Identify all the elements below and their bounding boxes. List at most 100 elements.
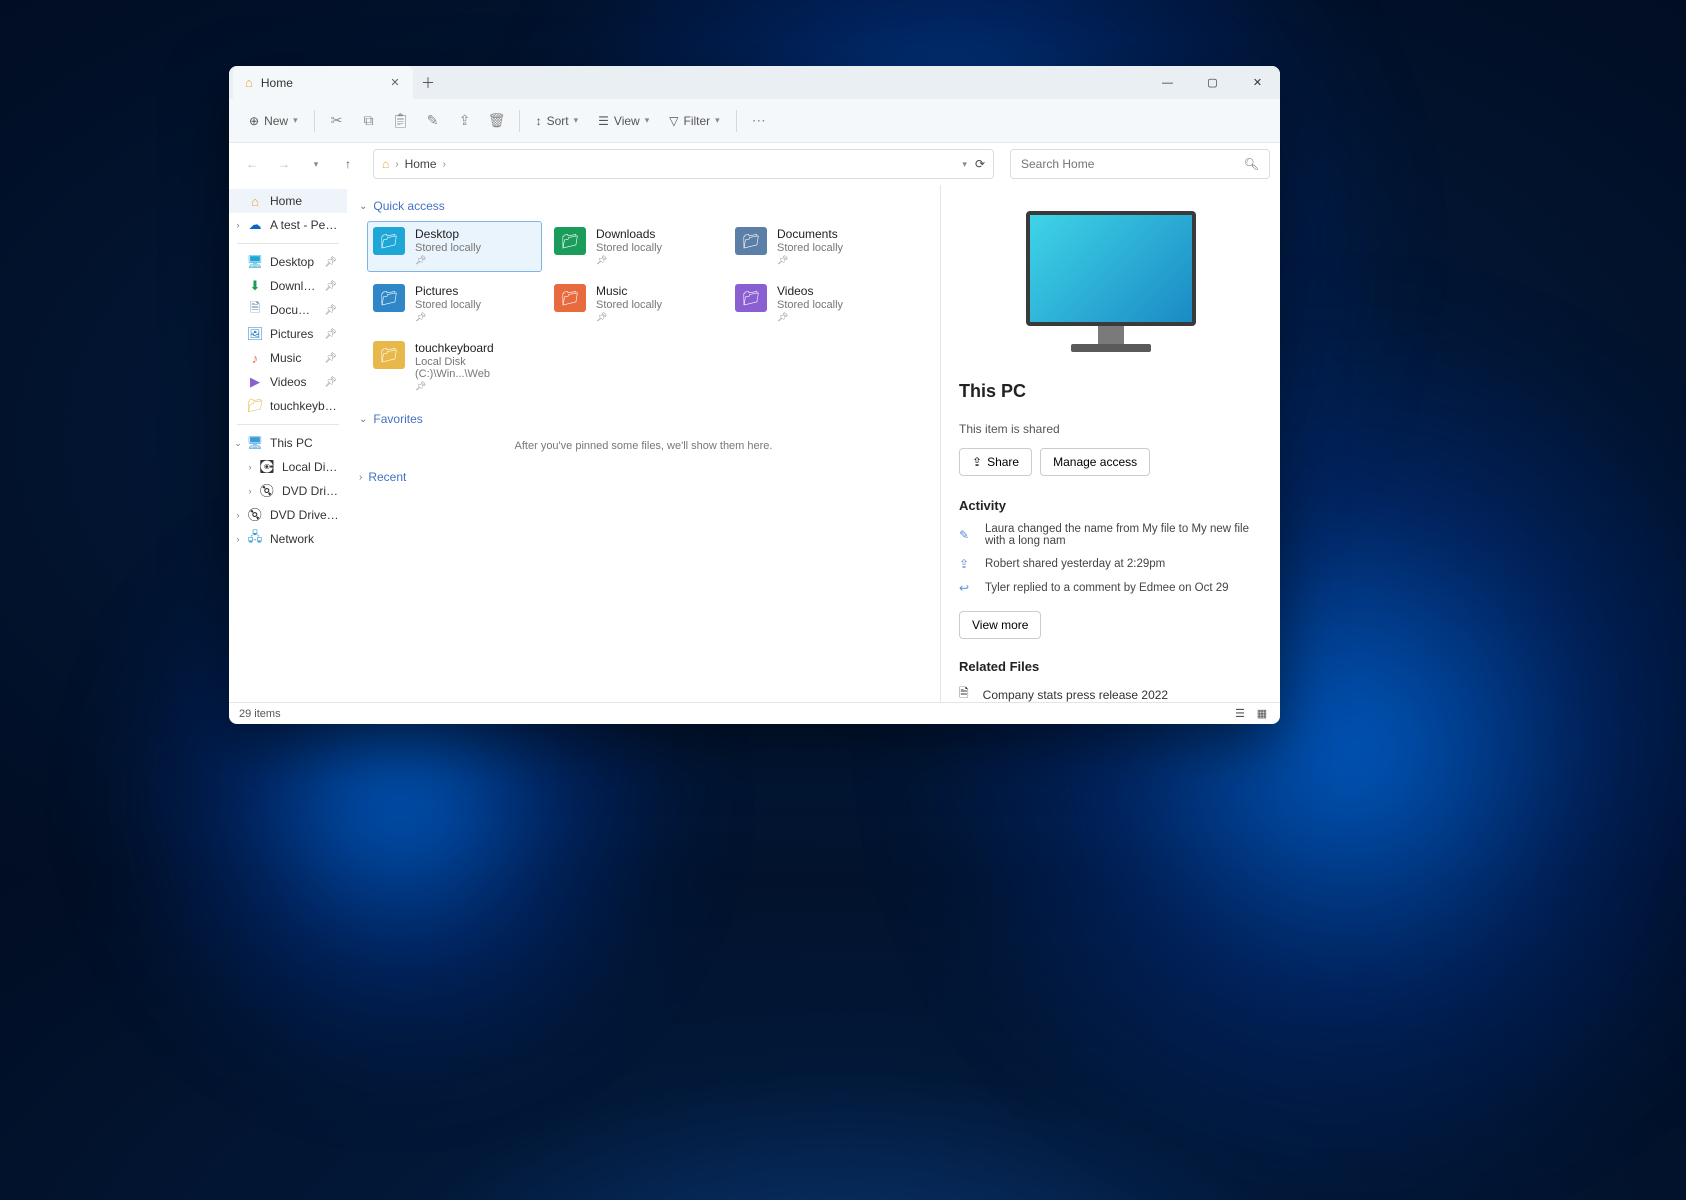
chevron-down-icon: ▾ xyxy=(574,115,579,126)
sidebar-item-documents[interactable]: 🗎Documents📌︎ xyxy=(229,298,347,322)
item-location: Stored locally xyxy=(415,242,481,254)
favorites-empty-text: After you've pinned some files, we'll sh… xyxy=(359,440,928,452)
folder-icon: 📁︎ xyxy=(373,284,405,312)
new-button[interactable]: ⊕New▾ xyxy=(241,109,306,133)
quick-item-music[interactable]: 📁︎ Music Stored locally 📌︎ xyxy=(548,278,723,329)
list-view-button[interactable]: ☰ xyxy=(1232,707,1248,721)
pin-icon: 📌︎ xyxy=(324,353,337,364)
forward-button[interactable]: → xyxy=(271,151,297,177)
activity-row[interactable]: ⇪Robert shared yesterday at 2:29pm xyxy=(959,557,1262,571)
quick-access-grid: 📁︎ Desktop Stored locally 📌︎ 📁︎ Download… xyxy=(367,221,928,398)
filter-button[interactable]: ▽Filter▾ xyxy=(661,109,727,133)
tab-home[interactable]: ⌂ Home ✕ xyxy=(233,66,413,99)
activity-row[interactable]: ✎Laura changed the name from My file to … xyxy=(959,523,1262,547)
folder-icon: 📁︎ xyxy=(554,227,586,255)
paste-button[interactable]: 📋︎ xyxy=(387,107,415,135)
titlebar: ⌂ Home ✕ ＋ — ▢ ✕ xyxy=(229,66,1280,99)
chevron-right-icon[interactable]: › xyxy=(245,462,255,472)
section-recent[interactable]: ›Recent xyxy=(359,470,928,484)
new-tab-button[interactable]: ＋ xyxy=(413,68,443,98)
back-button[interactable]: ← xyxy=(239,151,265,177)
view-icon: ☰ xyxy=(598,114,609,128)
file-explorer-window: ⌂ Home ✕ ＋ — ▢ ✕ ⊕New▾ ✂ ⧉ 📋︎ ✎ ⇪ 🗑︎ ↕So… xyxy=(229,66,1280,724)
chevron-right-icon[interactable]: › xyxy=(233,220,243,230)
sidebar-item-home[interactable]: ⌂Home xyxy=(229,189,347,213)
chevron-right-icon[interactable]: › xyxy=(233,510,243,520)
related-file-row[interactable]: 🗎Company stats press release 2022 xyxy=(959,684,1262,702)
details-pane: This PC This item is shared ⇪Share Manag… xyxy=(940,185,1280,702)
disc-icon: 💿︎ xyxy=(247,507,263,523)
sidebar-item-pictures[interactable]: 🖼︎Pictures📌︎ xyxy=(229,322,347,346)
sidebar-item-videos[interactable]: ▶Videos📌︎ xyxy=(229,370,347,394)
rename-button[interactable]: ✎ xyxy=(419,107,447,135)
search-input[interactable] xyxy=(1021,157,1244,171)
search-box[interactable]: 🔍︎ xyxy=(1010,149,1270,179)
pin-icon: 📌︎ xyxy=(324,329,337,340)
close-button[interactable]: ✕ xyxy=(1235,66,1280,99)
window-controls: — ▢ ✕ xyxy=(1145,66,1280,99)
copy-button[interactable]: ⧉ xyxy=(355,107,383,135)
filter-icon: ▽ xyxy=(669,114,678,128)
item-location: Local Disk (C:)\Win...\Web xyxy=(415,356,536,380)
quick-item-pictures[interactable]: 📁︎ Pictures Stored locally 📌︎ xyxy=(367,278,542,329)
body: ⌂Home ›☁A test - Personal 🖥︎Desktop📌︎ ⬇D… xyxy=(229,185,1280,702)
view-more-button[interactable]: View more xyxy=(959,611,1041,639)
more-button[interactable]: ⋯ xyxy=(745,107,773,135)
refresh-button[interactable]: ⟳ xyxy=(975,157,985,171)
minimize-button[interactable]: — xyxy=(1145,66,1190,99)
manage-access-button[interactable]: Manage access xyxy=(1040,448,1150,476)
maximize-button[interactable]: ▢ xyxy=(1190,66,1235,99)
share-button[interactable]: ⇪Share xyxy=(959,448,1032,476)
sidebar-item-dvd1[interactable]: ›💿︎DVD Drive (D:) CCC xyxy=(229,479,347,503)
chevron-right-icon[interactable]: › xyxy=(245,486,255,496)
delete-button[interactable]: 🗑︎ xyxy=(483,107,511,135)
pin-icon: 📌︎ xyxy=(415,381,536,392)
quick-item-desktop[interactable]: 📁︎ Desktop Stored locally 📌︎ xyxy=(367,221,542,272)
main-content: ⌄Quick access 📁︎ Desktop Stored locally … xyxy=(347,185,940,702)
quick-item-touchkeyboard[interactable]: 📁︎ touchkeyboard Local Disk (C:)\Win...\… xyxy=(367,335,542,398)
thispc-thumbnail xyxy=(1026,211,1196,361)
sidebar-item-music[interactable]: ♪Music📌︎ xyxy=(229,346,347,370)
desktop-icon: 🖥︎ xyxy=(247,254,263,270)
edit-icon: ✎ xyxy=(959,528,973,542)
recent-dropdown[interactable]: ▾ xyxy=(303,151,329,177)
reply-icon: ↩ xyxy=(959,581,973,595)
chevron-right-icon[interactable]: › xyxy=(233,534,243,544)
address-bar[interactable]: ⌂ › Home › ▾ ⟳ xyxy=(373,149,994,179)
sidebar-item-onedrive[interactable]: ›☁A test - Personal xyxy=(229,213,347,237)
sidebar-item-localdisk[interactable]: ›💽︎Local Disk (C:) xyxy=(229,455,347,479)
music-icon: ♪ xyxy=(247,350,263,366)
sidebar-item-dvd2[interactable]: ›💿︎DVD Drive (D:) CCC xyxy=(229,503,347,527)
breadcrumb-home[interactable]: Home xyxy=(405,157,437,171)
addr-dropdown[interactable]: ▾ xyxy=(962,159,967,170)
item-location: Stored locally xyxy=(596,299,662,311)
sidebar-item-downloads[interactable]: ⬇Downloads📌︎ xyxy=(229,274,347,298)
chevron-down-icon: ⌄ xyxy=(359,201,367,212)
chevron-down-icon[interactable]: ⌄ xyxy=(233,438,243,449)
sidebar-item-thispc[interactable]: ⌄🖥︎This PC xyxy=(229,431,347,455)
sidebar-item-network[interactable]: ›🖧︎Network xyxy=(229,527,347,551)
view-button[interactable]: ☰View▾ xyxy=(590,109,657,133)
thumbnail-view-button[interactable]: ▦ xyxy=(1254,707,1270,721)
quick-item-videos[interactable]: 📁︎ Videos Stored locally 📌︎ xyxy=(729,278,904,329)
chevron-down-icon: ▾ xyxy=(715,115,720,126)
folder-icon: 📁︎ xyxy=(735,284,767,312)
quick-item-downloads[interactable]: 📁︎ Downloads Stored locally 📌︎ xyxy=(548,221,723,272)
image-icon: 🖼︎ xyxy=(247,326,263,342)
share-icon: ⇪ xyxy=(972,455,982,469)
sidebar-item-touchkeyboard[interactable]: 📁︎touchkeyboard xyxy=(229,394,347,418)
activity-row[interactable]: ↩Tyler replied to a comment by Edmee on … xyxy=(959,581,1262,595)
cloud-icon: ☁ xyxy=(247,217,263,233)
quick-item-documents[interactable]: 📁︎ Documents Stored locally 📌︎ xyxy=(729,221,904,272)
section-favorites[interactable]: ⌄Favorites xyxy=(359,412,928,426)
cut-button[interactable]: ✂ xyxy=(323,107,351,135)
up-button[interactable]: ↑ xyxy=(335,151,361,177)
chevron-down-icon: ▾ xyxy=(293,115,298,126)
section-quick-access[interactable]: ⌄Quick access xyxy=(359,199,928,213)
item-name: Documents xyxy=(777,227,843,241)
sort-button[interactable]: ↕Sort▾ xyxy=(528,109,587,133)
sidebar-item-desktop[interactable]: 🖥︎Desktop📌︎ xyxy=(229,250,347,274)
plus-circle-icon: ⊕ xyxy=(249,114,259,128)
share-button[interactable]: ⇪ xyxy=(451,107,479,135)
tab-close-button[interactable]: ✕ xyxy=(387,75,403,91)
